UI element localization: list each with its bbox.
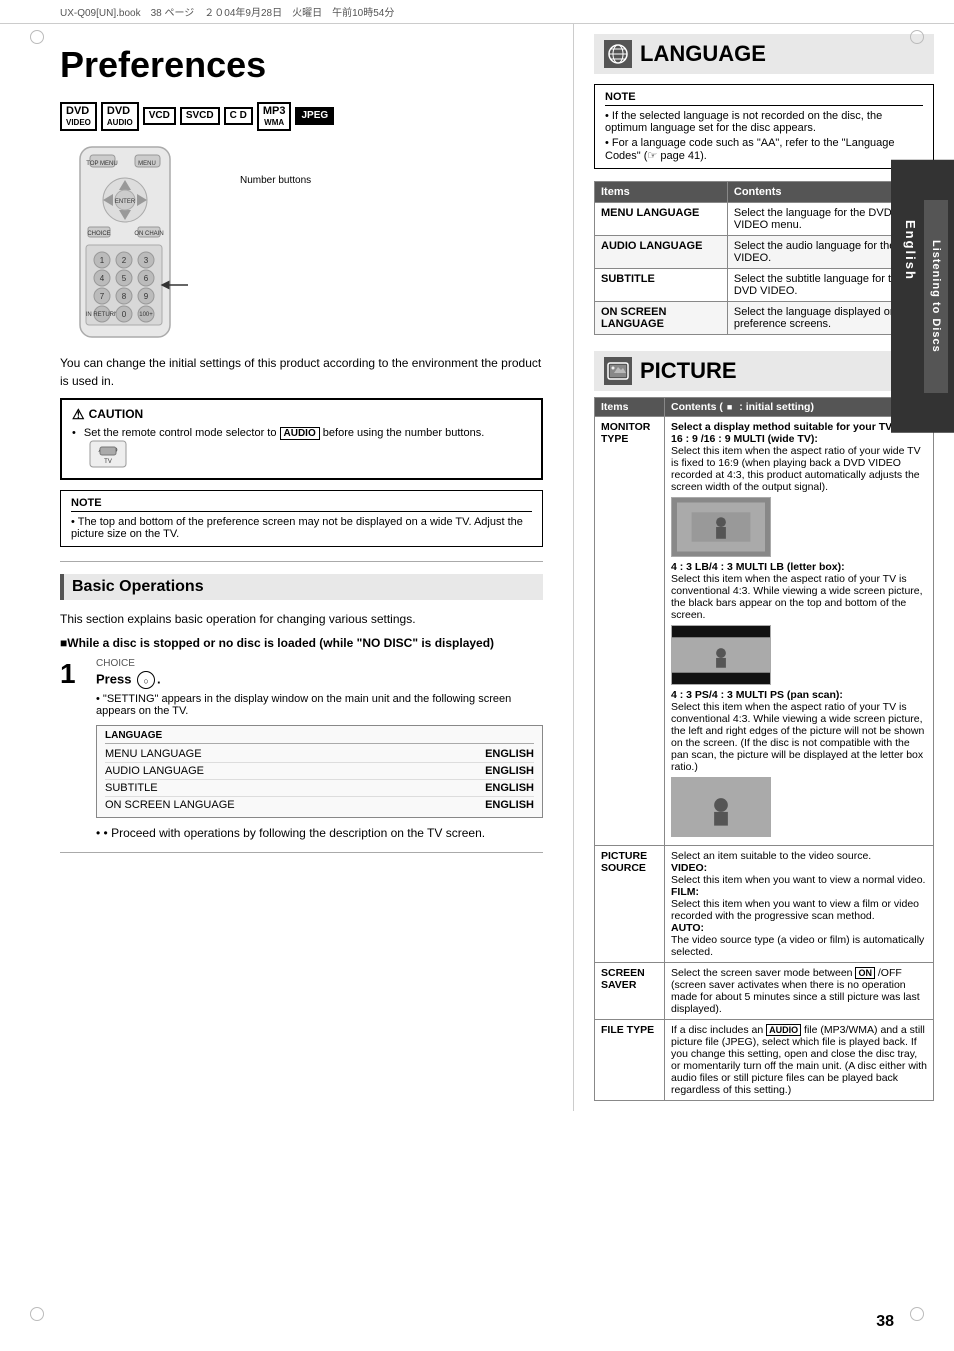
right-note-item-2: • For a language code such as "AA", refe…	[605, 137, 923, 162]
language-table: Items Contents MENU LANGUAGE Select the …	[594, 181, 934, 335]
svg-text:3: 3	[144, 256, 149, 265]
remote-image: TOP MENU MENU ENTER CHOICE ON CHAIN	[60, 145, 230, 340]
intro-text: You can change the initial settings of t…	[60, 354, 543, 390]
pic-row-monitor: MONITOR TYPE Select a display method sui…	[595, 417, 934, 846]
lang-row-onscreen: ON SCREEN LANGUAGE Select the language d…	[595, 302, 934, 335]
sidebar-label: Listening to Discs	[924, 200, 948, 393]
badge-jpeg: JPEG	[295, 107, 334, 125]
svg-text:0: 0	[122, 310, 127, 319]
caution-content: • Set the remote control mode selector t…	[72, 427, 531, 472]
corner-mark-tl	[30, 30, 44, 44]
lang-row-subtitle: SUBTITLE Select the subtitle language fo…	[595, 269, 934, 302]
svg-text:6: 6	[144, 274, 149, 283]
language-icon	[604, 40, 632, 68]
pic-row-source: PICTURE SOURCE Select an item suitable t…	[595, 846, 934, 963]
lang-table-header-items: Items	[595, 182, 728, 203]
step-1-press: Press ○.	[96, 671, 543, 689]
audio-badge: AUDIO	[280, 427, 320, 440]
tv-thumb-wide	[671, 497, 771, 557]
svg-text:1: 1	[100, 256, 105, 265]
svg-text:7: 7	[100, 292, 105, 301]
basic-ops-bold-intro: ■While a disc is stopped or no disc is l…	[60, 636, 543, 650]
corner-mark-bl	[30, 1307, 44, 1321]
right-note-box: NOTE • If the selected language is not r…	[594, 84, 934, 169]
top-bar: UX-Q09[UN].book 38 ページ ２０04年9月28日 火曜日 午前…	[0, 0, 954, 24]
divider-2	[60, 852, 543, 853]
step-1-content: CHOICE Press ○. • "SETTING" appears in t…	[96, 658, 543, 840]
step-number-1: 1	[60, 658, 96, 690]
screen-display: LANGUAGE MENU LANGUAGE ENGLISH AUDIO LAN…	[96, 725, 543, 818]
badge-mp3-wma: MP3 WMA	[257, 102, 292, 131]
badge-dvd-audio: DVD AUDIO	[101, 102, 139, 131]
screen-row-subtitle: SUBTITLE ENGLISH	[105, 780, 534, 797]
main-content: Preferences DVD VIDEO DVD AUDIO VCD SVCD…	[0, 24, 574, 1111]
step-1-label: CHOICE	[96, 658, 543, 669]
page-title: Preferences	[60, 44, 543, 86]
pic-row-filetype: FILE TYPE If a disc includes an AUDIO fi…	[595, 1020, 934, 1101]
sidebar-lang: English	[897, 200, 924, 393]
corner-mark-tr	[910, 30, 924, 44]
svg-text:ENTER: ENTER	[115, 199, 136, 205]
top-bar-text: UX-Q09[UN].book 38 ページ ２０04年9月28日 火曜日 午前…	[60, 4, 394, 19]
pic-row-screensaver: SCREEN SAVER Select the screen saver mod…	[595, 963, 934, 1020]
divider-1	[60, 561, 543, 562]
page-number: 38	[876, 1313, 894, 1331]
note-title-left: NOTE	[71, 497, 532, 512]
svg-text:100+: 100+	[139, 312, 153, 318]
note-text-left: • The top and bottom of the preference s…	[71, 516, 532, 540]
screen-row-menu: MENU LANGUAGE ENGLISH	[105, 746, 534, 763]
picture-icon	[604, 357, 632, 385]
screen-header: LANGUAGE	[105, 730, 534, 744]
proceed-text: • • Proceed with operations by following…	[96, 826, 543, 840]
svg-text:CHOICE: CHOICE	[87, 231, 110, 237]
note-box-left: NOTE • The top and bottom of the prefere…	[60, 490, 543, 547]
screen-row-audio: AUDIO LANGUAGE ENGLISH	[105, 763, 534, 780]
picture-table: Items Contents (■ : initial setting) MON…	[594, 397, 934, 1101]
svg-text:2: 2	[122, 256, 127, 265]
svg-text:4: 4	[100, 274, 105, 283]
svg-text:IN RETURN: IN RETURN	[86, 312, 119, 318]
pic-table-header-items: Items	[595, 398, 665, 417]
badge-dvd-video: DVD VIDEO	[60, 102, 97, 131]
format-badges: DVD VIDEO DVD AUDIO VCD SVCD C D MP3 WMA…	[60, 102, 543, 131]
svg-text:9: 9	[144, 292, 149, 301]
picture-section-header: PICTURE	[594, 351, 934, 391]
badge-vcd: VCD	[143, 107, 176, 125]
svg-text:TV: TV	[104, 459, 112, 465]
tv-thumb-ps	[671, 777, 771, 837]
language-section-header: LANGUAGE	[594, 34, 934, 74]
screen-row-onscreen: ON SCREEN LANGUAGE ENGLISH	[105, 797, 534, 813]
svg-text:TOP MENU: TOP MENU	[86, 161, 117, 167]
svg-text:8: 8	[122, 292, 127, 301]
remote-area: TOP MENU MENU ENTER CHOICE ON CHAIN	[60, 145, 543, 340]
mode-diagram: AUDIO TV	[88, 439, 128, 472]
svg-text:MENU: MENU	[138, 161, 156, 167]
right-note-item-1: • If the selected language is not record…	[605, 110, 923, 134]
corner-mark-br	[910, 1307, 924, 1321]
svg-text:5: 5	[122, 274, 127, 283]
svg-text:ON CHAIN: ON CHAIN	[134, 231, 163, 237]
choice-button-icon: ○	[137, 671, 155, 689]
badge-svcd: SVCD	[180, 107, 220, 125]
section-sidebar-label: English Listening to Discs	[891, 160, 954, 433]
lang-row-audio: AUDIO LANGUAGE Select the audio language…	[595, 236, 934, 269]
step-1: 1 CHOICE Press ○. • "SETTING" appears in…	[60, 658, 543, 840]
caution-box: CAUTION • Set the remote control mode se…	[60, 398, 543, 480]
lang-row-menu: MENU LANGUAGE Select the language for th…	[595, 203, 934, 236]
remote-label: Number buttons	[230, 145, 311, 186]
basic-ops-intro: This section explains basic operation fo…	[60, 610, 543, 628]
caution-title: CAUTION	[72, 406, 531, 423]
step-1-description: • "SETTING" appears in the display windo…	[96, 693, 543, 717]
right-note-title: NOTE	[605, 91, 923, 106]
basic-ops-header: Basic Operations	[60, 574, 543, 600]
tv-thumb-lb	[671, 625, 771, 685]
badge-cd: C D	[224, 107, 253, 125]
